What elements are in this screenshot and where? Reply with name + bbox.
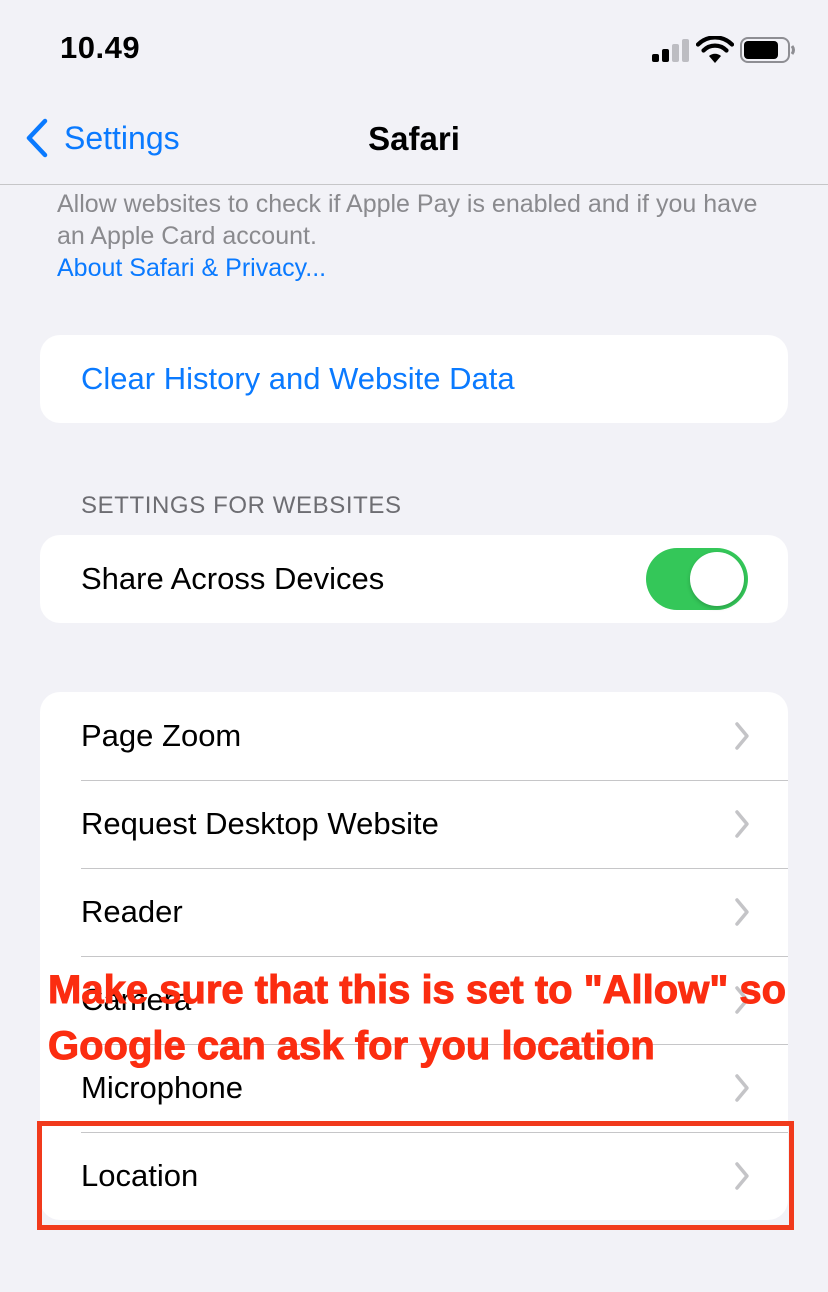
clear-history-button[interactable]: Clear History and Website Data (40, 335, 788, 423)
toggle-knob (690, 552, 744, 606)
battery-icon (740, 37, 795, 63)
clear-history-card: Clear History and Website Data (40, 335, 788, 423)
navigation-bar: Settings Safari (0, 96, 828, 185)
list-item-label: Microphone (81, 1070, 243, 1105)
cellular-signal-icon (652, 38, 690, 62)
privacy-footer-text: Allow websites to check if Apple Pay is … (57, 190, 758, 250)
list-item-label: Reader (81, 894, 183, 929)
about-safari-privacy-link[interactable]: About Safari & Privacy... (57, 252, 777, 284)
share-across-devices-label: Share Across Devices (81, 561, 385, 596)
chevron-right-icon (735, 722, 749, 750)
list-item-reader[interactable]: Reader (40, 868, 788, 956)
section-header-settings-for-websites: SETTINGS FOR WEBSITES (81, 492, 402, 519)
share-across-devices-row: Share Across Devices (40, 535, 788, 623)
share-across-devices-card: Share Across Devices (40, 535, 788, 623)
chevron-right-icon (735, 810, 749, 838)
annotation-highlight-box (37, 1121, 794, 1230)
chevron-right-icon (735, 1074, 749, 1102)
list-item-request-desktop-website[interactable]: Request Desktop Website (40, 780, 788, 868)
status-time: 10.49 (60, 30, 141, 65)
annotation-text: Make sure that this is set to "Allow" so… (48, 968, 787, 1069)
list-item-label: Page Zoom (81, 718, 242, 753)
wifi-icon (696, 36, 734, 63)
list-item-page-zoom[interactable]: Page Zoom (40, 692, 788, 780)
list-item-label: Request Desktop Website (81, 806, 439, 841)
page-title: Safari (368, 120, 460, 157)
status-bar: 10.49 (0, 0, 828, 96)
share-across-devices-toggle[interactable] (646, 548, 748, 610)
privacy-footer: Allow websites to check if Apple Pay is … (57, 188, 777, 284)
chevron-right-icon (735, 898, 749, 926)
